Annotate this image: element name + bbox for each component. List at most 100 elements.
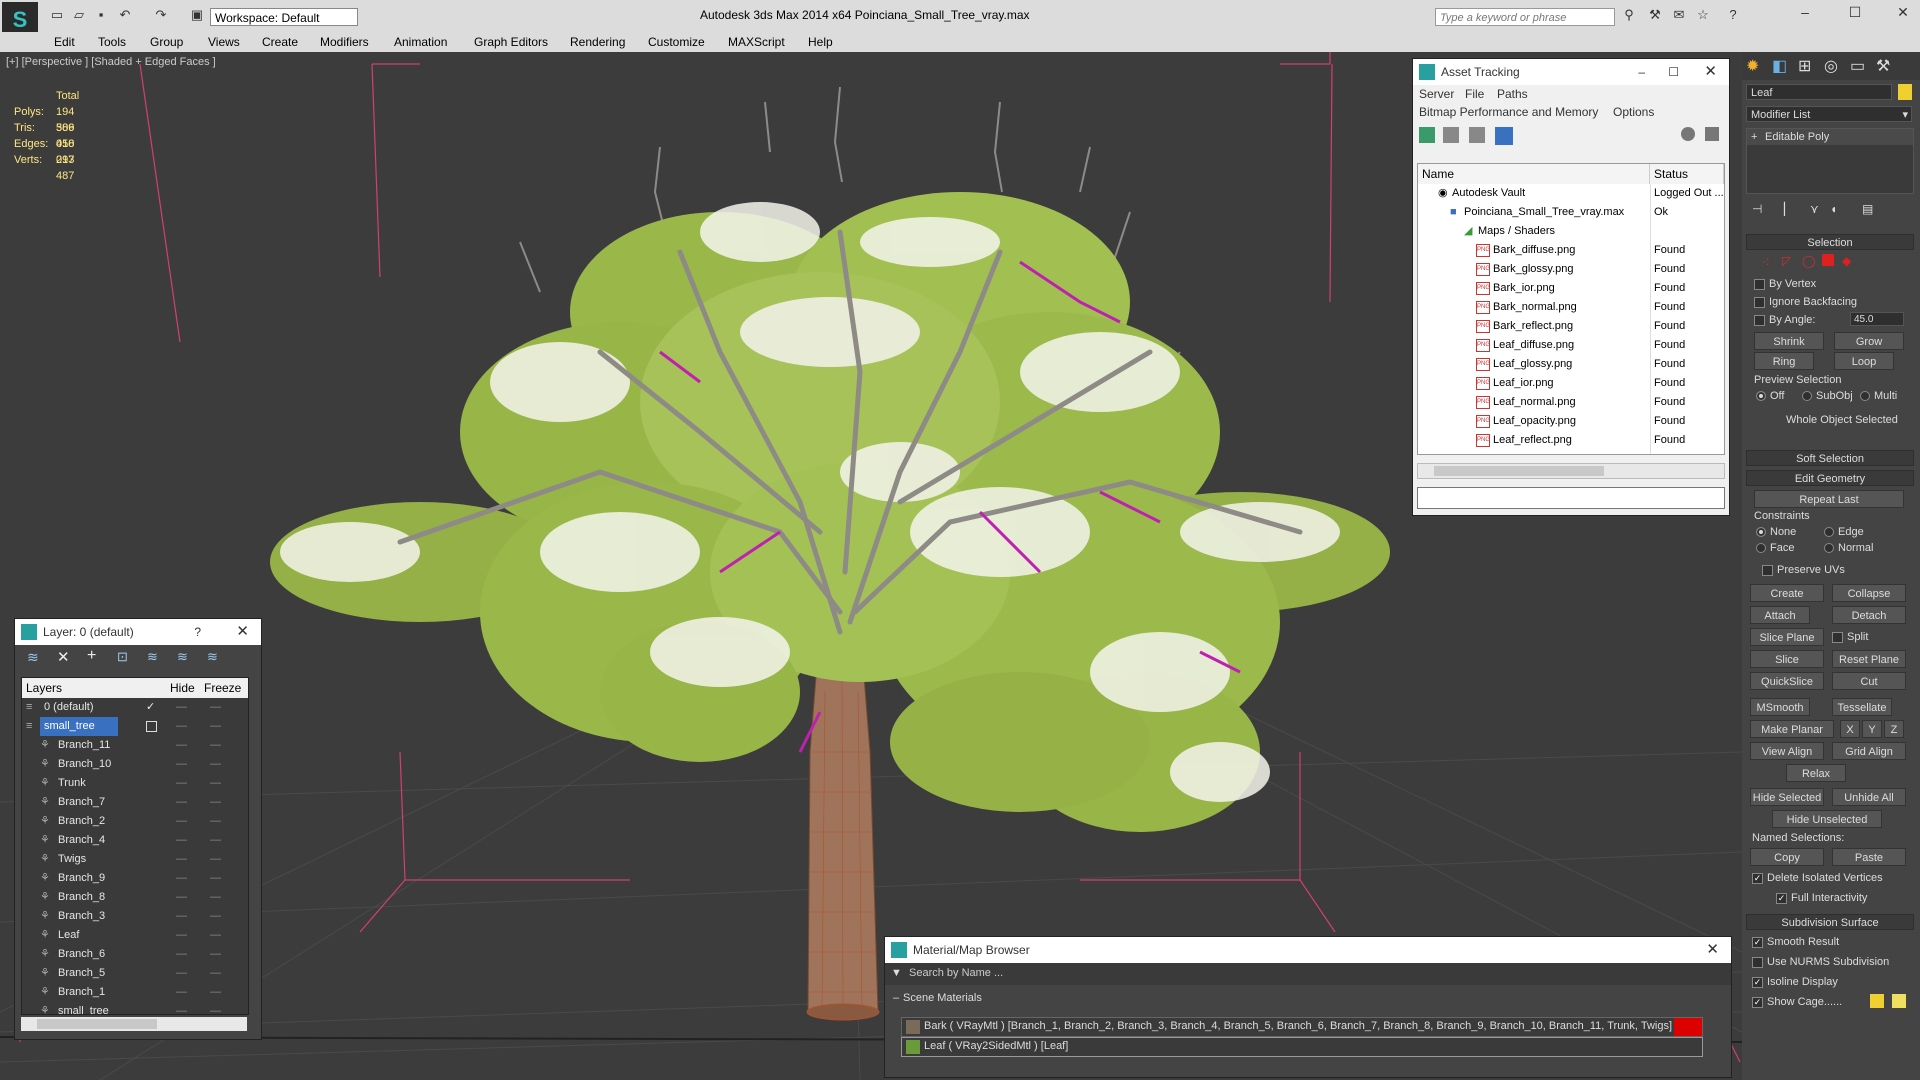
- grow-button[interactable]: Grow: [1834, 332, 1904, 350]
- ignore-backfacing-checkbox[interactable]: Ignore Backfacing: [1754, 296, 1857, 308]
- layer-row[interactable]: ⚘ Branch_6 — —: [22, 945, 248, 964]
- slice-button[interactable]: Slice: [1750, 650, 1824, 668]
- full-interactivity-checkbox[interactable]: ✓ Full Interactivity: [1776, 892, 1867, 904]
- by-angle-checkbox[interactable]: By Angle:: [1754, 314, 1815, 326]
- asset-menu-paths[interactable]: Paths: [1497, 87, 1528, 101]
- open-file-icon[interactable]: ▱: [70, 7, 88, 23]
- freeze-toggle[interactable]: —: [210, 964, 221, 983]
- freeze-toggle[interactable]: —: [210, 717, 221, 736]
- grid-align-button[interactable]: Grid Align: [1832, 742, 1906, 760]
- highlight-layer-icon[interactable]: ≋: [147, 649, 158, 665]
- close-icon[interactable]: ✕: [1704, 59, 1717, 85]
- table-row[interactable]: PNG Bark_glossy.png Found: [1418, 260, 1724, 279]
- freeze-toggle[interactable]: —: [210, 812, 221, 831]
- configure-sets-icon[interactable]: ▤: [1862, 202, 1873, 216]
- expand-icon[interactable]: +: [1751, 129, 1757, 145]
- modifier-list-dropdown[interactable]: Modifier List ▾: [1746, 106, 1912, 122]
- freeze-toggle[interactable]: —: [210, 926, 221, 945]
- hide-toggle[interactable]: —: [176, 774, 187, 793]
- isoline-display-checkbox[interactable]: ✓ Isoline Display: [1752, 976, 1838, 988]
- remove-modifier-icon[interactable]: ◖: [1830, 202, 1837, 216]
- menu-tools[interactable]: Tools: [98, 35, 126, 49]
- constraint-face-radio[interactable]: Face: [1756, 542, 1794, 554]
- freeze-toggle[interactable]: —: [210, 698, 221, 717]
- view-align-button[interactable]: View Align: [1750, 742, 1824, 760]
- layer-row[interactable]: ⚘ Branch_3 — —: [22, 907, 248, 926]
- col-hide[interactable]: Hide: [170, 678, 195, 698]
- workspace-dropdown[interactable]: Workspace: Default: [210, 8, 358, 26]
- material-search-input[interactable]: Search by Name ...: [909, 967, 1003, 979]
- border-mode-icon[interactable]: ◯: [1802, 254, 1815, 268]
- hide-toggle[interactable]: —: [176, 926, 187, 945]
- save-icon[interactable]: ▪: [92, 7, 110, 23]
- options-dropdown-icon[interactable]: ▼: [891, 967, 902, 979]
- polygon-mode-icon[interactable]: [1822, 254, 1834, 266]
- layer-row[interactable]: ≡ 0 (default) ✓ — —: [22, 698, 248, 717]
- display-tab-icon[interactable]: ▭: [1850, 56, 1865, 76]
- preview-subobj-radio[interactable]: SubObj: [1802, 390, 1853, 402]
- layer-row[interactable]: ⚘ Branch_11 — —: [22, 736, 248, 755]
- hide-all-icon[interactable]: ≋: [177, 649, 188, 665]
- make-unique-icon[interactable]: ⋎: [1810, 202, 1819, 216]
- constraint-none-radio[interactable]: None: [1756, 526, 1796, 538]
- unhide-all-button[interactable]: Unhide All: [1832, 788, 1906, 806]
- menu-maxscript[interactable]: MAXScript: [728, 35, 785, 49]
- menu-create[interactable]: Create: [262, 35, 298, 49]
- minimize-icon[interactable]: –: [1638, 59, 1645, 85]
- layer-row[interactable]: ⚘ Branch_10 — —: [22, 755, 248, 774]
- delete-isolated-checkbox[interactable]: ✓ Delete Isolated Vertices: [1752, 872, 1883, 884]
- show-end-result-icon[interactable]: ▏: [1784, 202, 1793, 216]
- menu-graph-editors[interactable]: Graph Editors: [474, 35, 548, 49]
- hide-toggle[interactable]: —: [176, 1002, 187, 1014]
- detach-button[interactable]: Detach: [1832, 606, 1906, 624]
- col-layers[interactable]: Layers: [26, 678, 62, 698]
- layer-manager-icon[interactable]: ≋: [27, 649, 39, 666]
- motion-tab-icon[interactable]: ◎: [1824, 56, 1838, 76]
- collapse-button[interactable]: Collapse: [1832, 584, 1906, 602]
- freeze-all-icon[interactable]: ≋: [207, 649, 218, 665]
- table-row[interactable]: PNG Leaf_reflect.png Found: [1418, 431, 1724, 450]
- help-button[interactable]: ?: [194, 619, 201, 645]
- col-name-header[interactable]: Name: [1418, 164, 1650, 184]
- show-cage-checkbox[interactable]: ✓ Show Cage......: [1752, 996, 1842, 1008]
- freeze-toggle[interactable]: —: [210, 755, 221, 774]
- asset-menu-file[interactable]: File: [1465, 87, 1484, 101]
- layer-row[interactable]: ⚘ Branch_2 — —: [22, 812, 248, 831]
- new-file-icon[interactable]: ▭: [48, 7, 66, 23]
- layer-row[interactable]: ⚘ Branch_4 — —: [22, 831, 248, 850]
- col-freeze[interactable]: Freeze: [204, 678, 241, 698]
- thumbnail-view-icon[interactable]: [1469, 127, 1485, 143]
- asset-menu-bitmap-performance[interactable]: Bitmap Performance and Memory: [1419, 105, 1598, 119]
- modify-tab-icon[interactable]: ◧: [1772, 56, 1787, 76]
- create-tab-icon[interactable]: ✹: [1746, 56, 1759, 76]
- table-row[interactable]: ◉ Autodesk Vault Logged Out ...: [1418, 184, 1724, 203]
- layer-horizontal-scrollbar[interactable]: [21, 1017, 247, 1031]
- menu-customize[interactable]: Customize: [648, 35, 705, 49]
- copy-button[interactable]: Copy: [1750, 848, 1824, 866]
- viewport-label[interactable]: [+] [Perspective ] [Shaded + Edged Faces…: [6, 56, 216, 68]
- cage-color-swatch[interactable]: [1870, 994, 1884, 1008]
- search-input[interactable]: Type a keyword or phrase: [1435, 8, 1615, 26]
- utilities-tab-icon[interactable]: ⚒: [1876, 56, 1890, 76]
- minimize-icon[interactable]: –: [1790, 4, 1820, 24]
- hide-toggle[interactable]: —: [176, 869, 187, 888]
- freeze-toggle[interactable]: —: [210, 907, 221, 926]
- freeze-toggle[interactable]: —: [210, 888, 221, 907]
- table-row[interactable]: PNG Leaf_glossy.png Found: [1418, 355, 1724, 374]
- list-view-icon[interactable]: [1443, 127, 1459, 143]
- hide-toggle[interactable]: —: [176, 907, 187, 926]
- subdivision-rollout-header[interactable]: Subdivision Surface: [1746, 914, 1914, 930]
- set-current-checkbox[interactable]: [146, 721, 157, 732]
- stack-item-editable-poly[interactable]: + Editable Poly: [1747, 129, 1913, 145]
- by-angle-spinner[interactable]: 45.0: [1850, 312, 1904, 326]
- hide-toggle[interactable]: —: [176, 698, 187, 717]
- soft-selection-rollout-header[interactable]: Soft Selection: [1746, 450, 1914, 466]
- create-button[interactable]: Create: [1750, 584, 1824, 602]
- layer-row[interactable]: ⚘ Branch_8 — —: [22, 888, 248, 907]
- redo-icon[interactable]: ↷: [152, 7, 170, 23]
- current-layer-check-icon[interactable]: ✓: [146, 698, 155, 717]
- table-row[interactable]: PNG Leaf_ior.png Found: [1418, 374, 1724, 393]
- preview-multi-radio[interactable]: Multi: [1860, 390, 1897, 402]
- table-row[interactable]: PNG Leaf_normal.png Found: [1418, 393, 1724, 412]
- hide-toggle[interactable]: —: [176, 964, 187, 983]
